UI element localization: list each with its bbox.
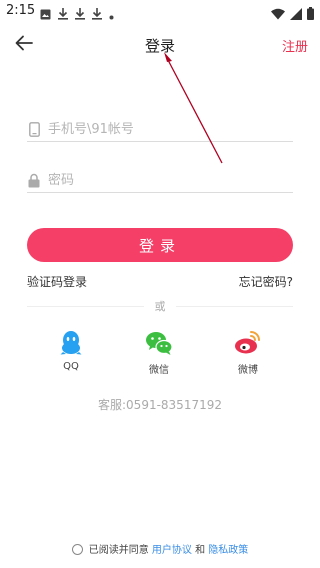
qq-icon — [57, 329, 85, 357]
annotation-arrow-line — [167, 59, 223, 164]
register-link[interactable]: 注册 — [282, 36, 308, 55]
wechat-label: 微信 — [149, 365, 169, 376]
phone-field — [27, 118, 293, 142]
password-field — [27, 169, 293, 193]
weibo-login[interactable]: 微博 — [223, 329, 273, 376]
wechat-login[interactable]: 微信 — [134, 329, 184, 376]
agreement-radio[interactable] — [71, 544, 83, 555]
customer-service-text: 客服:0591-83517192 — [98, 398, 222, 412]
download-icon — [75, 5, 85, 24]
user-agreement-link[interactable]: 用户协议 — [152, 545, 192, 556]
nav-bar: 登录 注册 — [0, 24, 320, 66]
phone-input[interactable] — [48, 118, 288, 140]
forgot-password-link[interactable]: 忘记密码? — [239, 273, 293, 290]
wifi-icon — [271, 5, 285, 24]
agreement-prefix: 已阅读并同意 — [88, 545, 149, 556]
qq-login[interactable]: QQ — [46, 329, 96, 372]
weibo-label: 微博 — [238, 365, 258, 376]
status-bar: 2:15 — [0, 0, 320, 24]
login-button[interactable]: 登录 — [27, 228, 293, 262]
download-icon — [58, 5, 68, 24]
qq-label: QQ — [63, 361, 79, 372]
wechat-icon — [145, 329, 173, 357]
agreement-row: 已阅读并同意 用户协议 和 隐私政策 — [0, 541, 320, 556]
lock-icon — [27, 172, 41, 188]
weibo-icon — [234, 329, 262, 357]
sms-login-link[interactable]: 验证码登录 — [27, 273, 87, 290]
status-time: 2:15 — [6, 3, 36, 18]
battery-icon — [307, 5, 314, 24]
privacy-policy-link[interactable]: 隐私政策 — [208, 545, 248, 556]
password-input[interactable] — [48, 169, 288, 191]
image-icon — [40, 5, 51, 24]
signal-icon — [290, 5, 302, 24]
page-title: 登录 — [144, 37, 175, 55]
dot-icon — [109, 5, 114, 24]
agreement-and: 和 — [195, 545, 206, 556]
divider-right — [176, 306, 293, 307]
download-icon — [92, 5, 102, 24]
phone-icon — [27, 121, 41, 137]
system-icons — [271, 5, 314, 24]
notification-icons — [40, 5, 114, 24]
